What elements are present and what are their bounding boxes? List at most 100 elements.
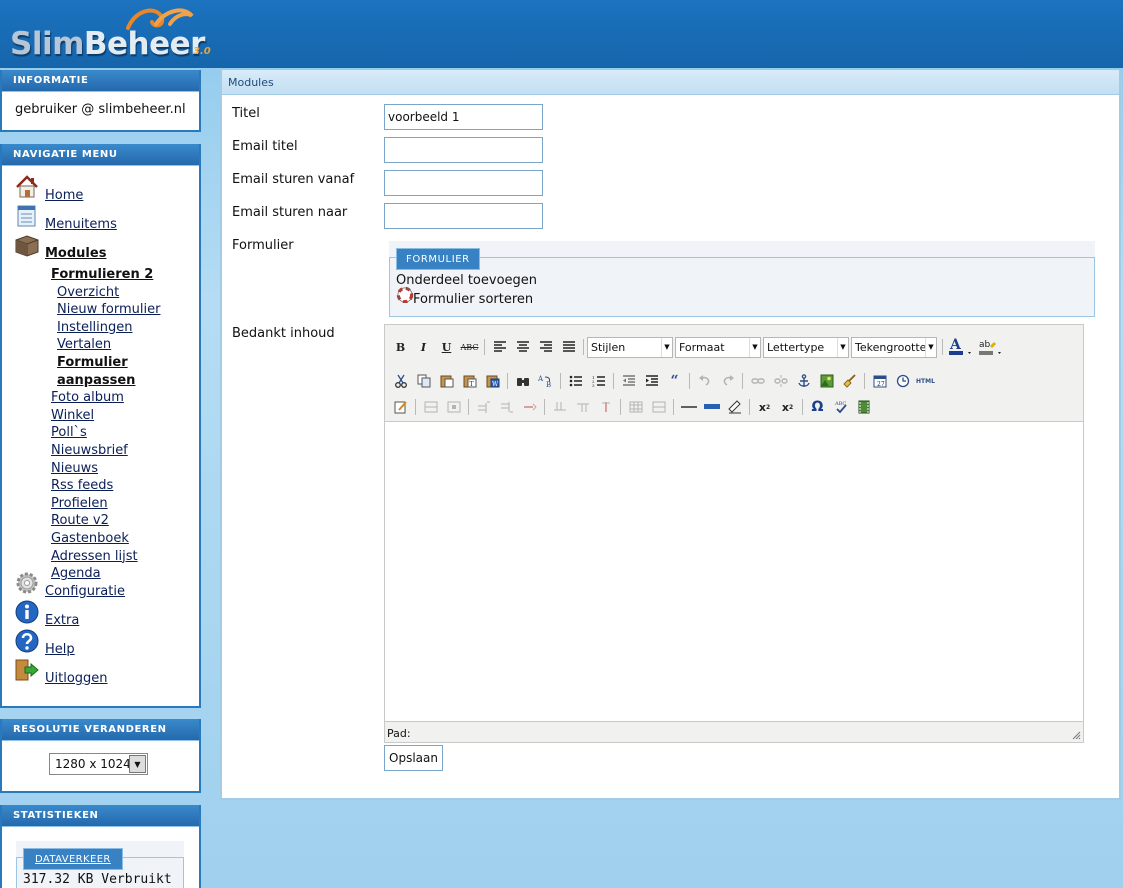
nav-link-uitloggen[interactable]: Uitloggen bbox=[45, 671, 108, 686]
nav-link-agenda[interactable]: Agenda bbox=[51, 566, 101, 581]
save-button[interactable]: Opslaan bbox=[384, 745, 443, 771]
col-after-icon[interactable] bbox=[571, 396, 594, 418]
find-icon[interactable] bbox=[511, 370, 534, 392]
col-before-icon[interactable] bbox=[548, 396, 571, 418]
nav-item-modules[interactable]: Modules bbox=[14, 232, 199, 261]
nav-link-winkel[interactable]: Winkel bbox=[51, 408, 94, 423]
format-select[interactable]: Formaat ▼ bbox=[675, 336, 761, 358]
replace-icon[interactable]: AB bbox=[534, 370, 557, 392]
link-icon[interactable] bbox=[746, 370, 769, 392]
anchor-icon[interactable] bbox=[792, 370, 815, 392]
nav-link-foto-album[interactable]: Foto album bbox=[51, 390, 124, 405]
undo-icon[interactable] bbox=[693, 370, 716, 392]
nav-link-modules[interactable]: Modules bbox=[45, 246, 106, 261]
spellcheck-icon[interactable]: ABC bbox=[829, 396, 852, 418]
nav-link-profielen[interactable]: Profielen bbox=[51, 496, 108, 511]
nav-link-overzicht[interactable]: Overzicht bbox=[57, 285, 119, 300]
logo[interactable]: SlimBeheer 3.0 bbox=[8, 4, 218, 64]
nav-link-menuitems[interactable]: Menuitems bbox=[45, 217, 117, 232]
titel-input[interactable] bbox=[384, 104, 543, 130]
subscript-icon[interactable]: x2 bbox=[753, 396, 776, 418]
resize-grip-icon[interactable] bbox=[1071, 730, 1081, 740]
table-row-props-icon[interactable] bbox=[419, 396, 442, 418]
toolbar-row-1: B I U ABC Stijlen ▼ Formaat ▼ Lettertype ▼ … bbox=[389, 335, 1006, 359]
insert-time-icon[interactable] bbox=[891, 370, 914, 392]
strikethrough-button[interactable]: ABC bbox=[458, 336, 481, 358]
remove-format-icon[interactable] bbox=[700, 396, 723, 418]
superscript-icon[interactable]: x2 bbox=[776, 396, 799, 418]
size-select-label: Tekengrootte bbox=[855, 340, 927, 354]
nav-link-formulieren[interactable]: Formulieren 2 bbox=[51, 267, 153, 282]
stats-legend[interactable]: DATAVERKEER bbox=[23, 848, 123, 870]
copy-icon[interactable] bbox=[412, 370, 435, 392]
align-right-icon[interactable] bbox=[534, 336, 557, 358]
stats-title: STATISTIEKEN bbox=[2, 805, 199, 827]
size-select[interactable]: Tekengrootte ▼ bbox=[851, 336, 937, 358]
email-naar-input[interactable] bbox=[384, 203, 543, 229]
paste-text-icon[interactable]: T bbox=[458, 370, 481, 392]
editor-content-area[interactable] bbox=[385, 421, 1083, 722]
nav-link-formulier-aanpassen-2[interactable]: aanpassen bbox=[57, 373, 135, 388]
onderdeel-toevoegen-link[interactable]: Onderdeel toevoegen bbox=[396, 273, 537, 288]
nav-link-home[interactable]: Home bbox=[45, 188, 83, 203]
paste-word-icon[interactable]: W bbox=[481, 370, 504, 392]
italic-button[interactable]: I bbox=[412, 336, 435, 358]
resolution-select[interactable]: 1280 x 1024 ▼ bbox=[49, 753, 148, 775]
html-source-button[interactable]: HTML bbox=[914, 370, 937, 392]
unlink-icon[interactable] bbox=[769, 370, 792, 392]
align-left-icon[interactable] bbox=[488, 336, 511, 358]
indent-icon[interactable] bbox=[640, 370, 663, 392]
nav-link-instellingen[interactable]: Instellingen bbox=[57, 320, 133, 335]
merge-cells-icon[interactable] bbox=[647, 396, 670, 418]
special-char-omega-icon[interactable]: Ω bbox=[806, 396, 829, 418]
nav-link-route-v2[interactable]: Route v2 bbox=[51, 513, 109, 528]
nav-item-home[interactable]: Home bbox=[14, 174, 199, 203]
nav-link-nieuwsbrief[interactable]: Nieuwsbrief bbox=[51, 443, 128, 458]
nav-link-extra[interactable]: Extra bbox=[45, 613, 79, 628]
numbered-list-icon[interactable]: 123 bbox=[587, 370, 610, 392]
align-justify-icon[interactable] bbox=[557, 336, 580, 358]
bold-button[interactable]: B bbox=[389, 336, 412, 358]
cleanup-broom-icon[interactable] bbox=[838, 370, 861, 392]
edit-css-icon[interactable] bbox=[389, 396, 412, 418]
nav-link-nieuw-formulier[interactable]: Nieuw formulier bbox=[57, 302, 160, 317]
nav-link-vertalen[interactable]: Vertalen bbox=[57, 337, 111, 352]
email-vanaf-input[interactable] bbox=[384, 170, 543, 196]
nav-link-nieuws[interactable]: Nieuws bbox=[51, 461, 98, 476]
table-cell-props-icon[interactable] bbox=[442, 396, 465, 418]
nav-link-adressen-lijst[interactable]: Adressen lijst bbox=[51, 549, 138, 564]
text-color-icon[interactable]: A bbox=[946, 336, 976, 358]
horizontal-rule-icon[interactable] bbox=[677, 396, 700, 418]
nav-link-configuratie[interactable]: Configuratie bbox=[45, 584, 125, 599]
delete-row-icon[interactable] bbox=[518, 396, 541, 418]
nav-link-formulier-aanpassen-1[interactable]: Formulier bbox=[57, 355, 128, 370]
image-icon[interactable] bbox=[815, 370, 838, 392]
nav-link-polls[interactable]: Poll`s bbox=[51, 425, 87, 440]
insert-date-icon[interactable]: 27 bbox=[868, 370, 891, 392]
outdent-icon[interactable] bbox=[617, 370, 640, 392]
font-select[interactable]: Lettertype ▼ bbox=[763, 336, 849, 358]
redo-icon[interactable] bbox=[716, 370, 739, 392]
nav-link-rss-feeds[interactable]: Rss feeds bbox=[51, 478, 113, 493]
nav-link-gastenboek[interactable]: Gastenboek bbox=[51, 531, 129, 546]
chevron-down-icon[interactable]: ▼ bbox=[129, 755, 146, 773]
highlight-color-icon[interactable]: ab bbox=[976, 336, 1006, 358]
delete-col-icon[interactable] bbox=[594, 396, 617, 418]
media-film-icon[interactable] bbox=[852, 396, 875, 418]
underline-button[interactable]: U bbox=[435, 336, 458, 358]
font-select-label: Lettertype bbox=[767, 340, 825, 354]
eraser-icon[interactable] bbox=[723, 396, 746, 418]
paste-icon[interactable] bbox=[435, 370, 458, 392]
nav-link-help[interactable]: Help bbox=[45, 642, 75, 657]
editor-path-label: Pad: bbox=[387, 727, 411, 740]
bullet-list-icon[interactable] bbox=[564, 370, 587, 392]
styles-select[interactable]: Stijlen ▼ bbox=[587, 336, 673, 358]
split-cells-icon[interactable] bbox=[624, 396, 647, 418]
row-after-icon[interactable] bbox=[495, 396, 518, 418]
email-titel-input[interactable] bbox=[384, 137, 543, 163]
row-before-icon[interactable] bbox=[472, 396, 495, 418]
blockquote-icon[interactable]: “ bbox=[663, 370, 686, 392]
nav-item-menuitems[interactable]: Menuitems bbox=[14, 203, 199, 232]
align-center-icon[interactable] bbox=[511, 336, 534, 358]
cut-icon[interactable] bbox=[389, 370, 412, 392]
